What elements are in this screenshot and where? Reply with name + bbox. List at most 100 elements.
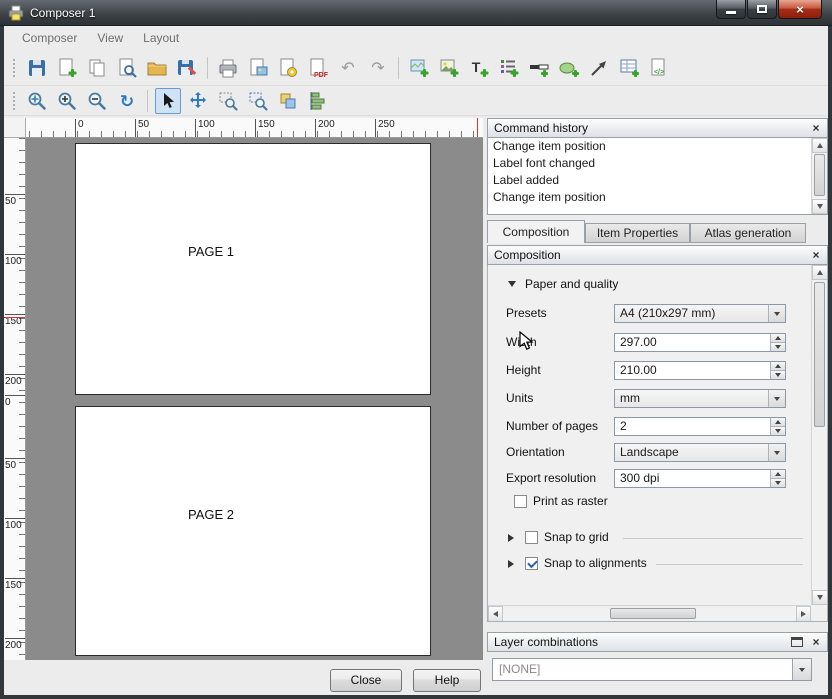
snap-to-alignments-label: Snap to alignments <box>544 556 647 571</box>
add-label-icon[interactable]: T <box>466 55 492 81</box>
print-as-raster-checkbox[interactable] <box>514 495 527 508</box>
scrollbar-thumb[interactable] <box>814 154 825 196</box>
history-scrollbar[interactable] <box>811 138 827 214</box>
menu-layout[interactable]: Layout <box>133 27 189 49</box>
scrollbar-thumb[interactable] <box>610 608 696 619</box>
zoom-full-icon[interactable] <box>24 88 50 114</box>
align-items-icon[interactable] <box>305 88 331 114</box>
snap-to-grid-checkbox[interactable] <box>525 531 538 544</box>
collapse-section-icon[interactable] <box>508 281 516 287</box>
spin-up-icon[interactable] <box>770 362 785 370</box>
panel-vscrollbar[interactable] <box>811 265 827 605</box>
spin-down-icon[interactable] <box>770 342 785 351</box>
spin-down-icon[interactable] <box>770 478 785 487</box>
panel-hscrollbar[interactable] <box>488 605 811 621</box>
num-pages-value[interactable]: 2 <box>615 418 770 435</box>
width-input[interactable]: 297.00 <box>614 333 786 352</box>
scrollbar-thumb[interactable] <box>814 282 825 427</box>
canvas-page-2[interactable]: PAGE 2 <box>75 406 431 656</box>
scroll-left-icon[interactable] <box>488 606 503 622</box>
minimize-button[interactable] <box>716 0 746 19</box>
dropdown-arrow-icon[interactable] <box>768 390 785 407</box>
zoom-to-region-icon[interactable] <box>215 88 241 114</box>
spin-up-icon[interactable] <box>770 334 785 342</box>
export-pdf-icon[interactable]: PDF <box>305 55 331 81</box>
load-template-icon[interactable] <box>144 55 170 81</box>
select-move-item-icon[interactable] <box>155 88 181 114</box>
list-item[interactable]: Label added <box>488 172 827 189</box>
menu-view[interactable]: View <box>87 27 133 49</box>
height-value[interactable]: 210.00 <box>615 362 770 379</box>
scroll-down-icon[interactable] <box>812 199 828 214</box>
print-icon[interactable] <box>215 55 241 81</box>
spin-down-icon[interactable] <box>770 426 785 435</box>
tab-item-properties[interactable]: Item Properties <box>585 223 690 243</box>
add-image-icon[interactable] <box>436 55 462 81</box>
layer-combinations-select[interactable]: [NONE] <box>492 658 812 681</box>
add-map-icon[interactable] <box>406 55 432 81</box>
toolbar-grip[interactable] <box>12 91 16 111</box>
list-item[interactable]: Change item position <box>488 138 827 155</box>
zoom-out-icon[interactable] <box>84 88 110 114</box>
composer-manager-icon[interactable] <box>114 55 140 81</box>
duplicate-composition-icon[interactable] <box>84 55 110 81</box>
spin-up-icon[interactable] <box>770 470 785 478</box>
raise-items-icon[interactable] <box>275 88 301 114</box>
new-composition-icon[interactable] <box>54 55 80 81</box>
save-template-icon[interactable] <box>174 55 200 81</box>
tab-composition[interactable]: Composition <box>487 220 585 243</box>
add-scalebar-icon[interactable] <box>526 55 552 81</box>
num-pages-input[interactable]: 2 <box>614 417 786 436</box>
scroll-up-icon[interactable] <box>812 138 828 153</box>
add-attribute-table-icon[interactable] <box>616 55 642 81</box>
presets-select[interactable]: A4 (210x297 mm) <box>614 304 786 323</box>
expand-section-icon[interactable] <box>508 560 514 568</box>
export-resolution-value[interactable]: 300 dpi <box>615 470 770 487</box>
scroll-up-icon[interactable] <box>812 265 828 280</box>
export-svg-icon[interactable] <box>275 55 301 81</box>
scroll-right-icon[interactable] <box>796 606 811 622</box>
help-button[interactable]: Help <box>413 669 481 692</box>
refresh-view-icon[interactable]: ↻ <box>114 88 140 114</box>
maximize-button[interactable] <box>747 0 777 19</box>
orientation-select[interactable]: Landscape <box>614 443 786 462</box>
undo-icon[interactable]: ↶ <box>335 55 361 81</box>
close-button[interactable]: Close <box>330 669 402 692</box>
menu-composer[interactable]: Composer <box>12 27 87 49</box>
toolbar-grip[interactable] <box>12 58 16 78</box>
spin-up-icon[interactable] <box>770 418 785 426</box>
add-arrow-icon[interactable] <box>586 55 612 81</box>
canvas-page-1[interactable]: PAGE 1 <box>75 143 431 395</box>
close-window-button[interactable]: × <box>778 0 822 19</box>
list-item[interactable]: Change item position <box>488 189 827 206</box>
close-dock-icon[interactable]: × <box>809 635 823 649</box>
move-item-content-icon[interactable] <box>185 88 211 114</box>
zoom-to-selection-icon[interactable] <box>245 88 271 114</box>
units-select[interactable]: mm <box>614 389 786 408</box>
redo-icon[interactable]: ↷ <box>365 55 391 81</box>
dropdown-arrow-icon[interactable] <box>768 305 785 322</box>
scroll-down-icon[interactable] <box>812 590 828 605</box>
cursor-position-marker <box>4 317 25 318</box>
close-dock-icon[interactable]: × <box>809 248 823 262</box>
spin-down-icon[interactable] <box>770 370 785 379</box>
height-input[interactable]: 210.00 <box>614 361 786 380</box>
snap-to-alignments-checkbox[interactable] <box>525 557 538 570</box>
tab-atlas-generation[interactable]: Atlas generation <box>690 223 806 243</box>
dropdown-arrow-icon[interactable] <box>792 659 811 680</box>
save-project-icon[interactable] <box>24 55 50 81</box>
expand-section-icon[interactable] <box>508 534 514 542</box>
titlebar[interactable]: Composer 1 × <box>0 0 832 26</box>
float-dock-icon[interactable] <box>791 637 803 647</box>
add-html-icon[interactable]: </> <box>646 55 672 81</box>
export-resolution-input[interactable]: 300 dpi <box>614 469 786 488</box>
add-legend-icon[interactable] <box>496 55 522 81</box>
export-image-icon[interactable] <box>245 55 271 81</box>
dropdown-arrow-icon[interactable] <box>768 444 785 461</box>
width-value[interactable]: 297.00 <box>615 334 770 351</box>
list-item[interactable]: Label font changed <box>488 155 827 172</box>
zoom-in-icon[interactable] <box>54 88 80 114</box>
composition-canvas[interactable]: PAGE 1 PAGE 2 <box>26 138 483 660</box>
close-dock-icon[interactable]: × <box>809 121 823 135</box>
add-shape-icon[interactable] <box>556 55 582 81</box>
